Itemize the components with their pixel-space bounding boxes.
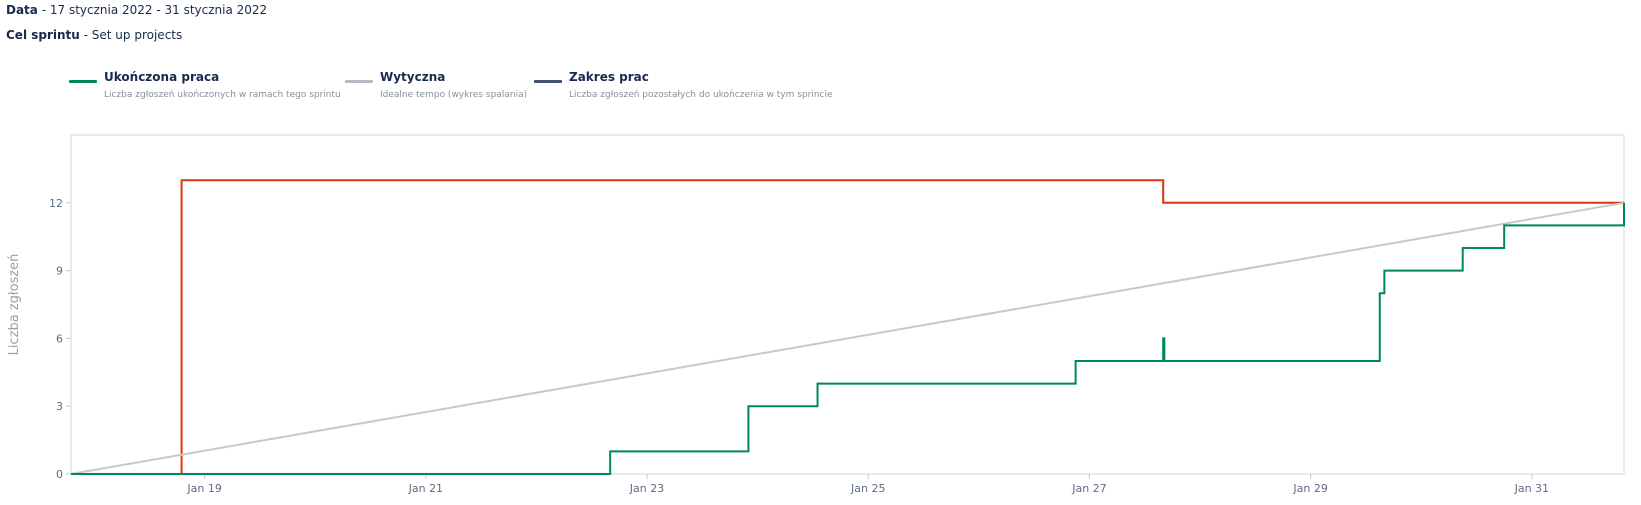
x-tick-label: Jan 21	[408, 482, 443, 495]
series-line-zakres-prac	[71, 179, 1624, 475]
series-line-wytyczna	[70, 201, 1625, 475]
x-tick-label: Jan 19	[186, 482, 221, 495]
x-tick-label: Jan 29	[1292, 482, 1327, 495]
y-tick-label: 9	[56, 265, 63, 278]
burnup-chart: 0 3 6 9 12 Jan 19 Jan 21 Jan 23 Jan 25 Jan 27 Jan …	[7, 134, 1625, 495]
y-tick-label: 6	[56, 332, 63, 345]
plot-frame	[70, 134, 1625, 475]
x-tick-label: Jan 23	[629, 482, 664, 495]
y-tick-label: 0	[56, 468, 63, 481]
y-tick-label: 3	[56, 400, 63, 413]
x-tick-label: Jan 31	[1514, 482, 1549, 495]
y-tick-label: 12	[49, 197, 63, 210]
x-tick-label: Jan 25	[850, 482, 885, 495]
x-tick-label: Jan 27	[1071, 482, 1106, 495]
y-axis-title: Liczba zgłoszeń	[7, 254, 22, 356]
